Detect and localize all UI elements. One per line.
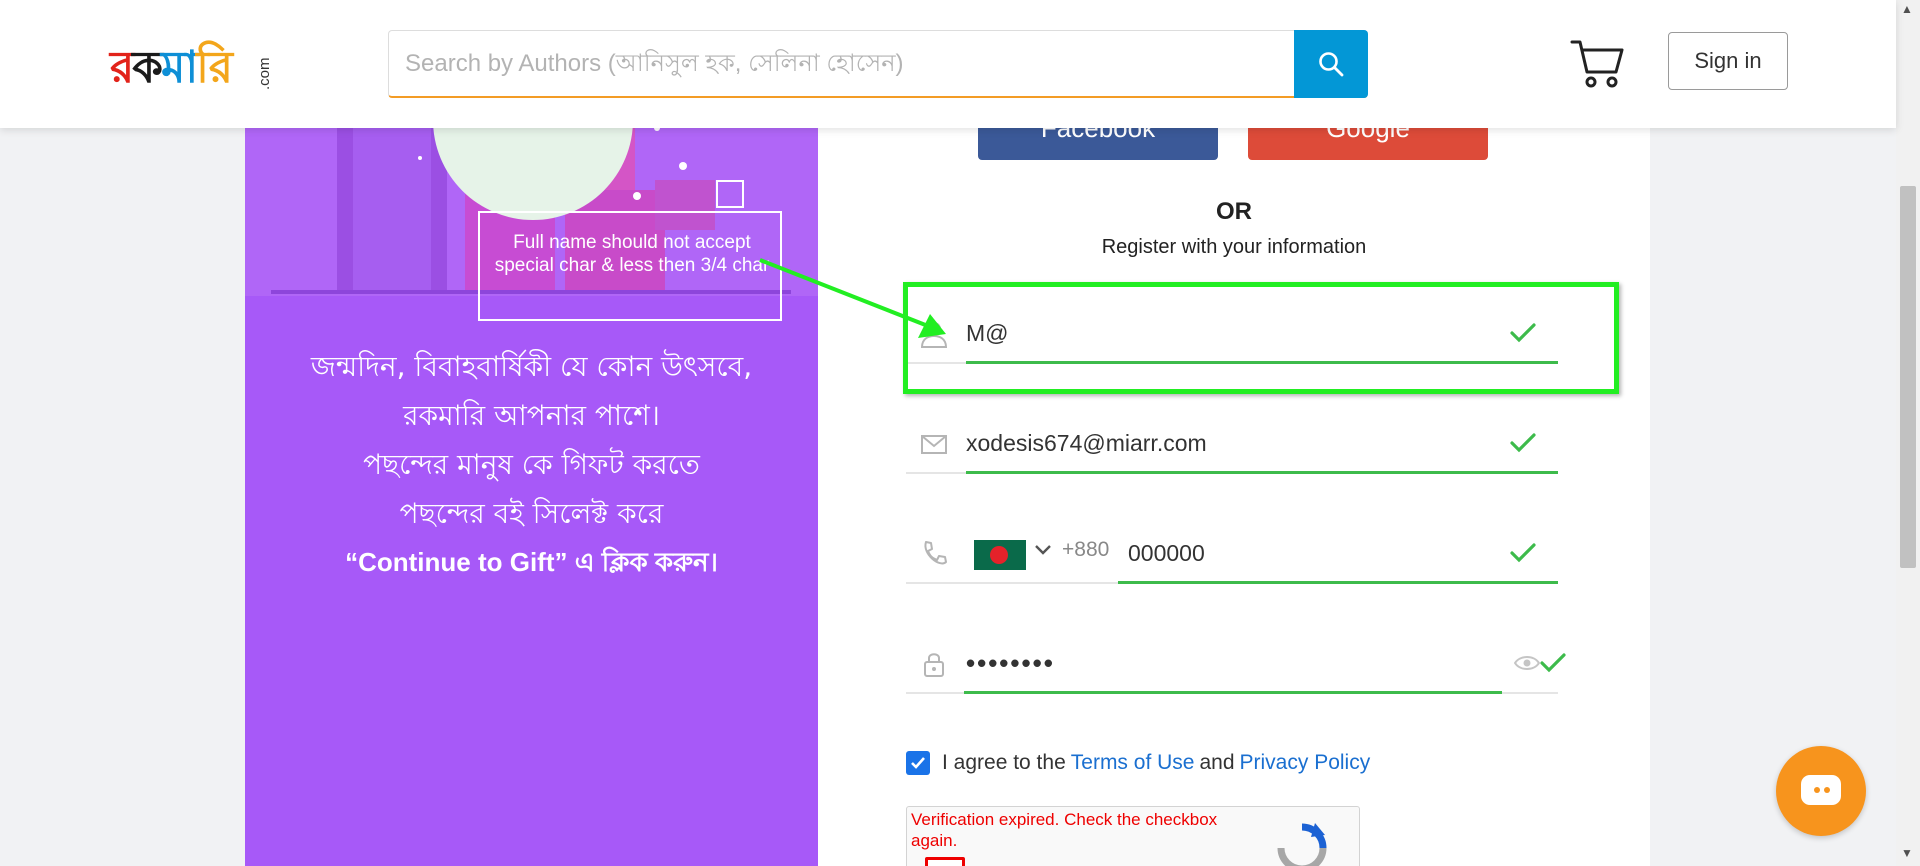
- logo-suffix: .com: [256, 57, 273, 90]
- agree-prefix: I agree to the: [942, 751, 1066, 774]
- bangladesh-flag-icon[interactable]: [974, 540, 1026, 570]
- search-icon: [1319, 52, 1344, 77]
- promo-message: জন্মদিন, বিবাহবার্ষিকী যে কোন উৎসবে, রকম…: [310, 350, 753, 577]
- lock-icon: [924, 653, 944, 677]
- valid-check-icon: [1510, 433, 1536, 453]
- eye-icon[interactable]: [1514, 654, 1540, 672]
- field-underline-valid: [966, 361, 1558, 364]
- checkmark-icon: [911, 757, 925, 769]
- page-scrollbar[interactable]: ▲ ▼: [1896, 0, 1920, 866]
- scroll-down-arrow[interactable]: ▼: [1901, 846, 1913, 860]
- field-underline: [906, 472, 966, 474]
- recaptcha-widget: Verification expired. Check the checkbox…: [906, 806, 1360, 866]
- terms-link[interactable]: Terms of Use: [1071, 751, 1195, 774]
- chat-icon: [1801, 775, 1841, 805]
- chat-button[interactable]: [1776, 746, 1866, 836]
- annotation-arrow: [759, 258, 946, 338]
- annotation-text: Full name should not accept special char…: [494, 232, 770, 276]
- field-underline: [1502, 692, 1558, 694]
- field-underline-valid: [966, 471, 1558, 474]
- search-input[interactable]: [405, 31, 1285, 97]
- full-name-input[interactable]: [966, 310, 1506, 356]
- privacy-link[interactable]: Privacy Policy: [1240, 751, 1371, 774]
- and-text: and: [1199, 751, 1235, 774]
- site-header: রকমারি .com Sign in: [0, 0, 1896, 128]
- email-input[interactable]: [966, 420, 1506, 466]
- terms-agreement: I agree to the Terms of Use and Privacy …: [906, 748, 1375, 778]
- phone-field: +880: [906, 524, 1558, 584]
- scroll-thumb[interactable]: [1900, 186, 1916, 568]
- gift-promo-panel: জন্মদিন, বিবাহবার্ষিকী যে কোন উৎসবে, রকম…: [245, 0, 818, 866]
- field-underline: [906, 582, 1118, 584]
- rokomari-logo[interactable]: রকমারি .com: [110, 34, 275, 94]
- valid-check-icon: [1510, 543, 1536, 563]
- chevron-down-icon[interactable]: [1034, 540, 1052, 560]
- phone-icon: [924, 541, 947, 565]
- full-name-field: [906, 304, 1558, 364]
- annotation-marker: [716, 180, 744, 208]
- sign-in-button[interactable]: Sign in: [1668, 32, 1788, 90]
- annotation-note: Full name should not accept special char…: [478, 211, 782, 321]
- captcha-error: Verification expired. Check the checkbox…: [911, 810, 1218, 850]
- phone-input[interactable]: [1128, 530, 1508, 576]
- registration-card: Facebook Google OR Register with your in…: [818, 0, 1650, 866]
- scroll-up-arrow[interactable]: ▲: [1901, 2, 1913, 16]
- captcha-checkbox[interactable]: [925, 857, 965, 866]
- field-underline: [906, 362, 966, 364]
- valid-check-icon: [1510, 323, 1536, 343]
- envelope-icon: [921, 435, 947, 454]
- search-bar: [388, 30, 1368, 98]
- recaptcha-icon: [1277, 823, 1327, 866]
- field-underline-valid: [1118, 581, 1558, 584]
- cart-icon[interactable]: [1570, 38, 1626, 90]
- field-underline: [906, 692, 966, 694]
- logo-wordmark: রকমারি: [110, 42, 233, 93]
- search-button[interactable]: [1294, 30, 1368, 98]
- or-divider: OR: [1216, 198, 1252, 225]
- dial-code: +880: [1062, 538, 1110, 561]
- valid-check-icon: [1540, 653, 1566, 673]
- password-input[interactable]: [966, 640, 1506, 686]
- agree-checkbox[interactable]: [906, 751, 930, 775]
- password-field: [906, 634, 1566, 694]
- field-underline-valid: [964, 691, 1502, 694]
- email-field: [906, 414, 1558, 474]
